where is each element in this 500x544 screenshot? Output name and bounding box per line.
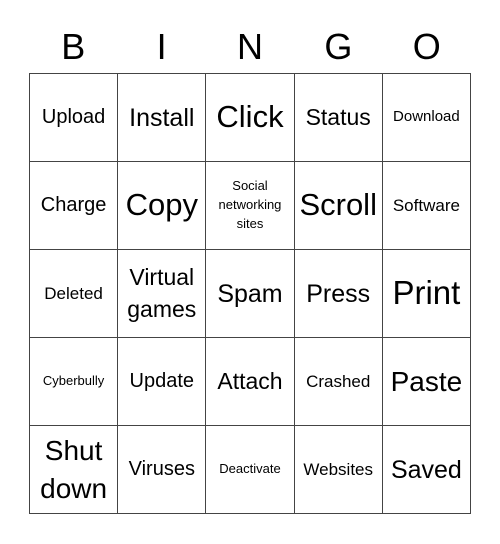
header-letter-b: B — [61, 26, 86, 67]
bingo-cell[interactable]: Deactivate — [206, 426, 295, 514]
bingo-cell[interactable]: Download — [382, 74, 471, 162]
bingo-cell[interactable]: Click — [206, 74, 295, 162]
bingo-cell[interactable]: Charge — [30, 162, 119, 250]
bingo-cell[interactable]: Virtual games — [118, 250, 207, 338]
bingo-cell[interactable]: Press — [294, 250, 383, 338]
bingo-cell[interactable]: Copy — [118, 162, 207, 250]
bingo-cell[interactable]: Spam — [206, 250, 295, 338]
bingo-grid: Upload Install Click Status Download Cha… — [29, 73, 471, 514]
bingo-cell[interactable]: Software — [382, 162, 471, 250]
bingo-cell[interactable]: Install — [118, 74, 207, 162]
bingo-cell[interactable]: Status — [294, 74, 383, 162]
bingo-cell[interactable]: Attach — [206, 338, 295, 426]
bingo-cell[interactable]: Social networking sites — [206, 162, 295, 250]
bingo-cell[interactable]: Print — [382, 250, 471, 338]
header-letter-i: I — [156, 26, 167, 67]
bingo-cell[interactable]: Websites — [294, 426, 383, 514]
bingo-cell[interactable]: Paste — [382, 338, 471, 426]
bingo-cell[interactable]: Scroll — [294, 162, 383, 250]
header-letter-n: N — [236, 26, 263, 67]
bingo-cell[interactable]: Shut down — [30, 426, 119, 514]
bingo-cell[interactable]: Update — [118, 338, 207, 426]
bingo-header: B I N G O — [29, 22, 471, 72]
bingo-cell[interactable]: Crashed — [294, 338, 383, 426]
bingo-cell[interactable]: Cyberbully — [30, 338, 119, 426]
bingo-cell[interactable]: Deleted — [30, 250, 119, 338]
header-letter-o: O — [412, 26, 441, 67]
bingo-cell[interactable]: Saved — [382, 426, 471, 514]
header-letter-g: G — [324, 26, 353, 67]
bingo-cell[interactable]: Upload — [30, 74, 119, 162]
bingo-cell[interactable]: Viruses — [118, 426, 207, 514]
